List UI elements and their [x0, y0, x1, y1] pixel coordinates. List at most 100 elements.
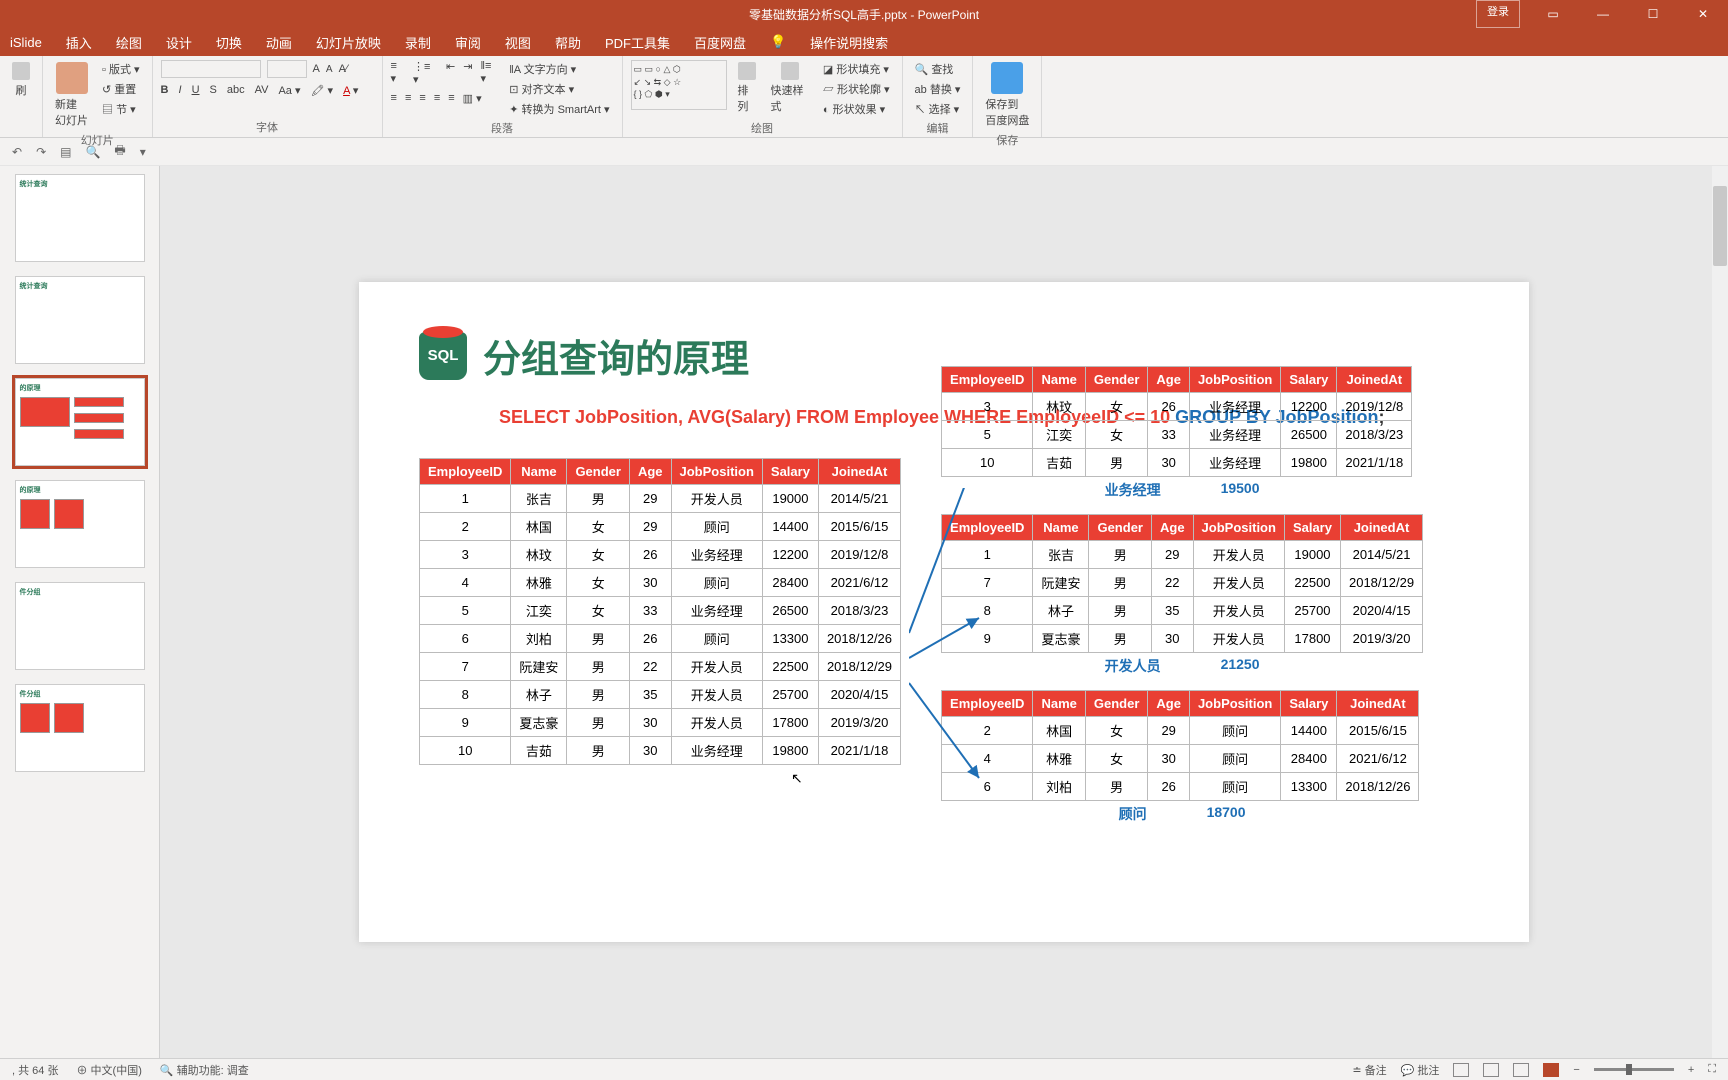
slide-canvas[interactable]: SQL 分组查询的原理 SELECT JobPosition, AVG(Sala… — [160, 166, 1728, 1058]
distribute-button[interactable]: ≡ — [448, 92, 454, 105]
maximize-icon[interactable]: ☐ — [1628, 0, 1678, 28]
decrease-indent-button[interactable]: ⇤ — [446, 60, 455, 86]
slide-thumbnail[interactable]: 统计查询 — [15, 174, 145, 262]
group1-avg: 19500 — [1221, 480, 1260, 500]
menu-bar: iSlide 插入 绘图 设计 切换 动画 幻灯片放映 录制 审阅 视图 帮助 … — [0, 28, 1728, 56]
undo-icon[interactable]: ↶ — [12, 145, 22, 159]
highlight-button[interactable]: 🖍 ▾ — [311, 84, 334, 97]
shapes-gallery[interactable]: ▭ ▭ ○ △ ⬡↙ ↘ ⇆ ◇ ☆{ } ⬠ ⬢ ▾ — [631, 60, 728, 110]
line-spacing-button[interactable]: ‖≡ ▾ — [480, 60, 499, 86]
accessibility-check[interactable]: 🔍 辅助功能: 调查 — [160, 1062, 249, 1078]
zoom-in-icon[interactable]: + — [1688, 1064, 1694, 1076]
tab-pdf[interactable]: PDF工具集 — [605, 33, 670, 52]
fit-window-icon[interactable]: ⛶ — [1708, 1063, 1716, 1076]
reset-button[interactable]: ↺ 重置 — [98, 80, 144, 98]
layout-button[interactable]: ▫ 版式 ▾ — [98, 60, 144, 78]
group-editing-label: 编辑 — [926, 118, 948, 138]
align-right-button[interactable]: ≡ — [419, 92, 425, 105]
zoom-icon[interactable]: 🔍 — [85, 145, 100, 159]
tab-review[interactable]: 审阅 — [455, 33, 481, 52]
slide-thumbnail-panel[interactable]: 统计查询 统计查询 的原理 的原理 件分组 件分组 — [0, 166, 160, 1058]
slideshow-view-icon[interactable] — [1543, 1063, 1559, 1077]
slide-thumbnail[interactable]: 件分组 — [15, 582, 145, 670]
ribbon: 刷 新建 幻灯片 ▫ 版式 ▾ ↺ 重置 ▤ 节 ▾ 幻灯片 A A A⁄ B — [0, 56, 1728, 138]
text-direction-button[interactable]: ‖A 文字方向 ▾ — [505, 60, 613, 78]
align-text-button[interactable]: ⊡ 对齐文本 ▾ — [505, 80, 613, 98]
font-color-button[interactable]: A ▾ — [343, 84, 358, 97]
login-button[interactable]: 登录 — [1476, 0, 1520, 28]
strike-button[interactable]: abc — [227, 84, 245, 97]
numbering-button[interactable]: ⋮≡ ▾ — [413, 60, 438, 86]
zoom-out-icon[interactable]: − — [1573, 1064, 1579, 1076]
slide-thumbnail[interactable]: 件分组 — [15, 684, 145, 772]
tab-design[interactable]: 设计 — [166, 33, 192, 52]
reading-view-icon[interactable] — [1513, 1063, 1529, 1077]
bullets-button[interactable]: ≡ ▾ — [391, 60, 405, 86]
justify-button[interactable]: ≡ — [434, 92, 440, 105]
save-baidu-button[interactable]: 保存到 百度网盘 — [981, 60, 1033, 130]
redo-icon[interactable]: ↷ — [36, 145, 46, 159]
sql-icon: SQL — [419, 332, 467, 380]
ribbon-options-icon[interactable]: ▭ — [1528, 0, 1578, 28]
shrink-font-icon[interactable]: A — [326, 64, 333, 75]
slide-thumbnail[interactable]: 统计查询 — [15, 276, 145, 364]
tab-transitions[interactable]: 切换 — [216, 33, 242, 52]
slide-thumbnail[interactable]: 的原理 — [15, 378, 145, 466]
align-left-button[interactable]: ≡ — [391, 92, 397, 105]
case-button[interactable]: Aa ▾ — [278, 84, 300, 97]
tell-me-search[interactable]: 操作说明搜索 — [810, 33, 888, 52]
notes-button[interactable]: ≐ 备注 — [1352, 1062, 1386, 1078]
new-slide-button[interactable]: 新建 幻灯片 — [51, 60, 92, 130]
sorter-view-icon[interactable] — [1483, 1063, 1499, 1077]
italic-button[interactable]: I — [179, 84, 182, 97]
increase-indent-button[interactable]: ⇥ — [463, 60, 472, 86]
tab-animations[interactable]: 动画 — [266, 33, 292, 52]
tab-view[interactable]: 视图 — [505, 33, 531, 52]
spacing-button[interactable]: AV — [255, 84, 269, 97]
shadow-button[interactable]: S — [210, 84, 217, 97]
normal-view-icon[interactable] — [1453, 1063, 1469, 1077]
zoom-slider[interactable] — [1594, 1068, 1674, 1071]
close-icon[interactable]: ✕ — [1678, 0, 1728, 28]
group-table-2: EmployeeIDNameGenderAgeJobPositionSalary… — [941, 514, 1423, 653]
shape-fill-button[interactable]: ◪ 形状填充 ▾ — [819, 60, 894, 78]
section-button[interactable]: ▤ 节 ▾ — [98, 100, 144, 118]
format-painter-button[interactable]: 刷 — [8, 60, 34, 100]
select-button[interactable]: ↖ 选择 ▾ — [911, 100, 965, 118]
shape-effects-button[interactable]: ◐ 形状效果 ▾ — [819, 100, 894, 118]
tab-islide[interactable]: iSlide — [10, 35, 42, 50]
font-size-select[interactable] — [267, 60, 307, 78]
qa-dropdown-icon[interactable]: ▾ — [140, 145, 146, 159]
tab-slideshow[interactable]: 幻灯片放映 — [316, 33, 381, 52]
tab-draw[interactable]: 绘图 — [116, 33, 142, 52]
tab-record[interactable]: 录制 — [405, 33, 431, 52]
arrange-button[interactable]: 排列 — [733, 60, 760, 116]
clear-format-icon[interactable]: A⁄ — [339, 63, 348, 75]
smartart-button[interactable]: ✦ 转换为 SmartArt ▾ — [505, 100, 613, 118]
tab-insert[interactable]: 插入 — [66, 33, 92, 52]
language-indicator[interactable]: ⊕ 中文(中国) — [76, 1062, 141, 1078]
tab-help[interactable]: 帮助 — [555, 33, 581, 52]
bulb-icon: 💡 — [770, 34, 786, 50]
slide-thumbnail[interactable]: 的原理 — [15, 480, 145, 568]
find-button[interactable]: 🔍 查找 — [911, 60, 965, 78]
shape-outline-button[interactable]: ▱ 形状轮廓 ▾ — [819, 80, 894, 98]
columns-button[interactable]: ▥ ▾ — [463, 92, 482, 105]
underline-button[interactable]: U — [192, 84, 200, 97]
slide-title-text: 分组查询的原理 — [483, 328, 749, 383]
replace-button[interactable]: ab 替换 ▾ — [911, 80, 965, 98]
group-table-1: EmployeeIDNameGenderAgeJobPositionSalary… — [941, 366, 1412, 477]
print-icon[interactable]: 🖶 — [114, 141, 125, 162]
minimize-icon[interactable]: — — [1578, 0, 1628, 28]
align-center-button[interactable]: ≡ — [405, 92, 411, 105]
comments-button[interactable]: 💬 批注 — [1401, 1062, 1440, 1078]
bold-button[interactable]: B — [161, 84, 169, 97]
group-font-label: 字体 — [256, 117, 278, 137]
status-bar: , 共 64 张 ⊕ 中文(中国) 🔍 辅助功能: 调查 ≐ 备注 💬 批注 −… — [0, 1058, 1728, 1080]
start-slideshow-icon[interactable]: ▤ — [60, 145, 71, 159]
font-family-select[interactable] — [161, 60, 261, 78]
grow-font-icon[interactable]: A — [313, 63, 320, 75]
quick-styles-button[interactable]: 快速样式 — [767, 60, 813, 116]
vertical-scrollbar[interactable] — [1712, 166, 1728, 1058]
tab-baidu[interactable]: 百度网盘 — [694, 33, 746, 52]
